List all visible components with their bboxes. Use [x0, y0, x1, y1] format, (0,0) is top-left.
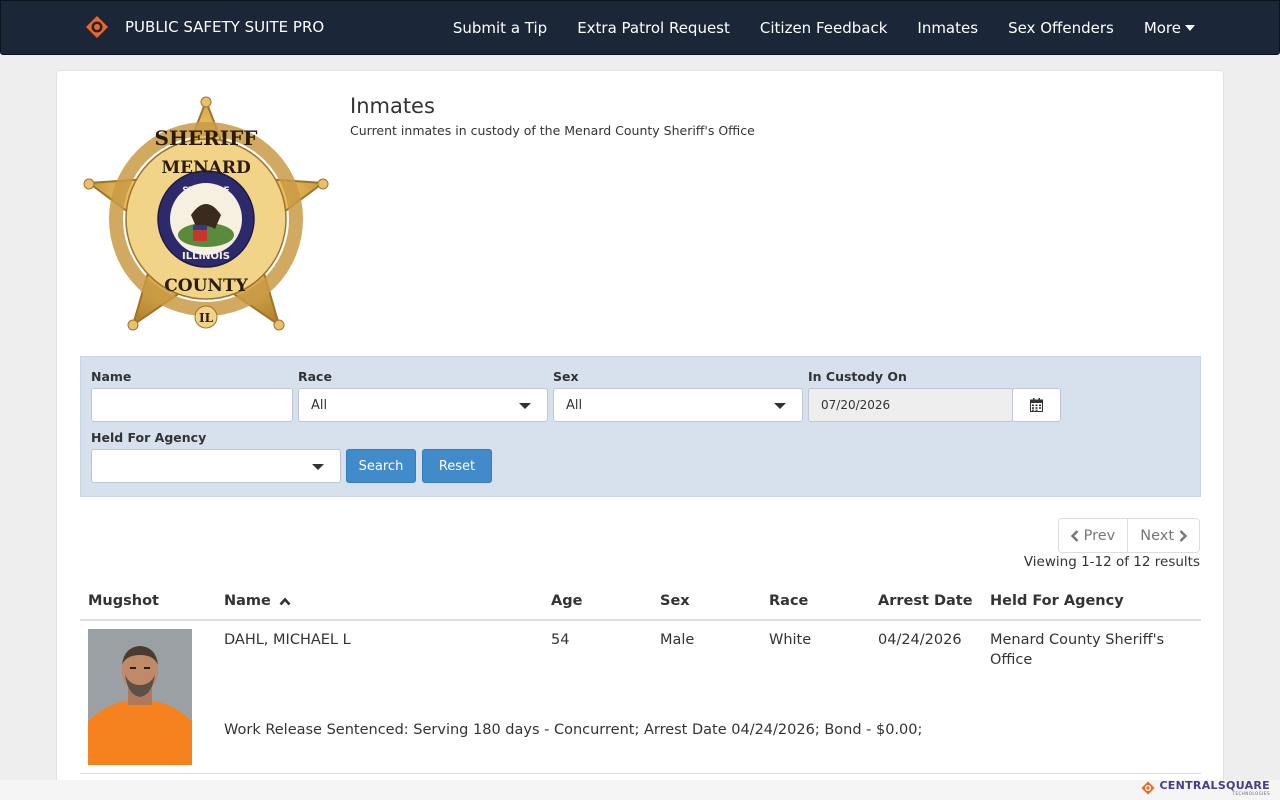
- nav-sex-offenders[interactable]: Sex Offenders: [1008, 19, 1114, 37]
- badge-county-text: COUNTY: [164, 276, 248, 296]
- brand-logo-icon: [86, 16, 108, 38]
- col-sex[interactable]: Sex: [660, 593, 690, 609]
- mugshot-image[interactable]: [88, 629, 192, 765]
- sheriff-badge: SHERIFF MENARD STATE OF ILLINOIS COUNTY …: [83, 96, 329, 331]
- col-held-for-agency[interactable]: Held For Agency: [990, 593, 1124, 609]
- row-arrest-date: 04/24/2026: [878, 632, 962, 648]
- sex-select-value: All: [566, 397, 583, 413]
- chevron-down-icon: [774, 403, 786, 409]
- row-agency: Menard County Sheriff's Office: [990, 632, 1165, 668]
- page-subtitle: Current inmates in custody of the Menard…: [350, 123, 755, 138]
- race-select[interactable]: All: [298, 388, 548, 422]
- race-label: Race: [298, 369, 332, 384]
- brand-link[interactable]: PUBLIC SAFETY SUITE PRO: [85, 15, 324, 39]
- name-input[interactable]: [91, 388, 293, 422]
- badge-county-name: MENARD: [161, 158, 251, 178]
- next-button[interactable]: Next: [1127, 519, 1199, 552]
- page-title: Inmates: [350, 94, 435, 118]
- col-mugshot: Mugshot: [88, 593, 159, 609]
- race-select-value: All: [311, 397, 328, 413]
- next-label: Next: [1140, 527, 1174, 544]
- col-age[interactable]: Age: [551, 593, 582, 609]
- badge-state: ILLINOIS: [182, 251, 230, 262]
- row-sex: Male: [660, 632, 695, 648]
- sort-up-icon: [279, 597, 291, 605]
- nav-extra-patrol[interactable]: Extra Patrol Request: [577, 19, 730, 37]
- table-header: Mugshot Name Age Sex Race Arrest Date He…: [80, 584, 1201, 621]
- nav-inmates[interactable]: Inmates: [917, 19, 978, 37]
- caret-down-icon: [1185, 24, 1195, 31]
- main-card: SHERIFF MENARD STATE OF ILLINOIS COUNTY …: [56, 70, 1224, 800]
- badge-state-of: STATE OF: [182, 186, 229, 196]
- custody-date-input[interactable]: 07/20/2026: [808, 388, 1013, 422]
- pagination: Prev Next: [1057, 518, 1200, 553]
- results-count: Viewing 1-12 of 12 results: [1023, 554, 1200, 570]
- agency-select[interactable]: [91, 449, 341, 483]
- row-name[interactable]: DAHL, MICHAEL L: [224, 630, 351, 650]
- table-row[interactable]: DAHL, MICHAEL L 54 Male White 04/24/2026…: [80, 621, 1201, 774]
- footer-bar: [0, 780, 1280, 800]
- badge-abbrev: IL: [199, 311, 214, 325]
- custody-label: In Custody On: [808, 369, 907, 384]
- nav-submit-tip[interactable]: Submit a Tip: [453, 19, 547, 37]
- badge-sheriff-text: SHERIFF: [155, 126, 258, 150]
- brand-name: PUBLIC SAFETY SUITE PRO: [125, 18, 325, 36]
- main-nav: Submit a Tip Extra Patrol Request Citize…: [423, 1, 1195, 54]
- nav-citizen-feedback[interactable]: Citizen Feedback: [760, 19, 888, 37]
- reset-button[interactable]: Reset: [422, 449, 492, 483]
- search-button[interactable]: Search: [346, 449, 416, 483]
- sex-label: Sex: [553, 369, 579, 384]
- col-arrest-date[interactable]: Arrest Date: [878, 593, 973, 609]
- centralsquare-logo-icon: [1141, 781, 1155, 795]
- custody-date-value: 07/20/2026: [821, 398, 891, 412]
- centralsquare-logo[interactable]: CENTRALSQUARE TECHNOLOGIES: [1141, 780, 1270, 796]
- search-filters: Name Race All Sex All In Custody On 07/2…: [80, 356, 1201, 497]
- calendar-button[interactable]: [1012, 388, 1061, 422]
- col-race[interactable]: Race: [769, 593, 808, 609]
- col-name-label: Name: [224, 593, 271, 609]
- row-notes: Work Release Sentenced: Serving 180 days…: [224, 722, 923, 738]
- chevron-right-icon: [1179, 529, 1187, 542]
- prev-label: Prev: [1083, 527, 1116, 544]
- chevron-down-icon: [519, 403, 531, 409]
- row-age: 54: [551, 632, 570, 648]
- top-navbar: PUBLIC SAFETY SUITE PRO Submit a Tip Ext…: [0, 0, 1280, 55]
- nav-more-label: More: [1143, 18, 1181, 37]
- chevron-left-icon: [1070, 529, 1078, 542]
- prev-button[interactable]: Prev: [1059, 519, 1128, 552]
- calendar-icon: [1030, 398, 1043, 412]
- nav-more-dropdown[interactable]: More: [1144, 19, 1195, 37]
- agency-label: Held For Agency: [91, 430, 207, 445]
- row-race: White: [769, 632, 812, 648]
- sex-select[interactable]: All: [553, 388, 803, 422]
- centralsquare-name: CENTRALSQUARE: [1159, 779, 1270, 792]
- chevron-down-icon: [312, 464, 324, 470]
- name-label: Name: [91, 369, 132, 384]
- col-name-sort[interactable]: Name: [224, 593, 291, 609]
